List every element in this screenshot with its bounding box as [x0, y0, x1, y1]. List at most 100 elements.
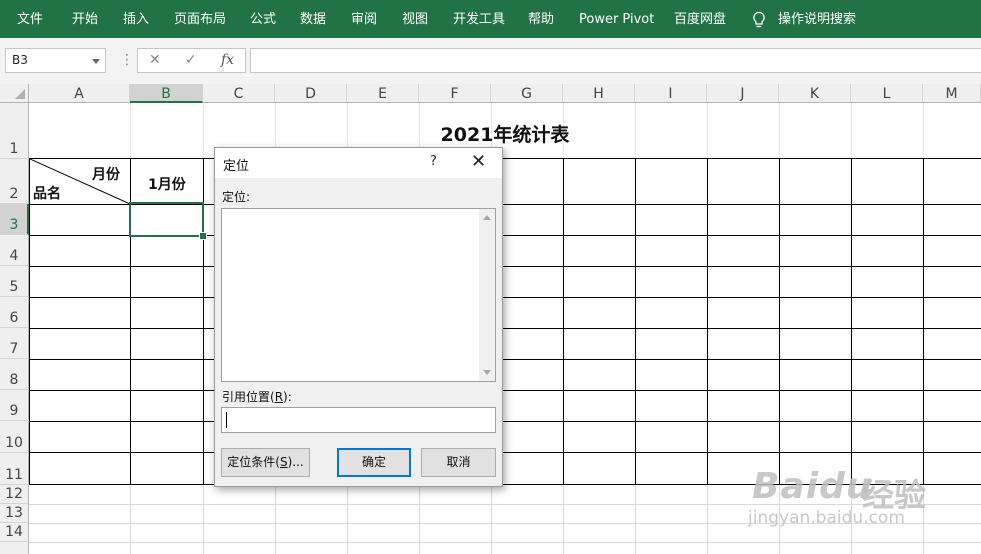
- gridline-vertical: [203, 485, 204, 554]
- formula-buttons: ✕ ✓ fx: [137, 48, 246, 73]
- row-header-13[interactable]: 13: [0, 504, 29, 523]
- row-header-10[interactable]: 10: [0, 421, 29, 453]
- column-header-b[interactable]: B: [130, 84, 203, 103]
- row-header-12[interactable]: 12: [0, 485, 29, 504]
- column-header-d[interactable]: D: [275, 84, 347, 103]
- watermark-url: jingyan.baidu.com: [748, 508, 905, 528]
- tab-home[interactable]: 开始: [72, 0, 98, 38]
- row-header-6[interactable]: 6: [0, 297, 29, 328]
- reference-input[interactable]: [221, 407, 496, 433]
- table-border-horizontal: [29, 158, 981, 159]
- gridline-vertical: [563, 485, 564, 554]
- gridline-vertical: [130, 485, 131, 554]
- insert-function-icon[interactable]: fx: [221, 52, 234, 68]
- reference-label: 引用位置(R):: [222, 390, 292, 404]
- dialog-title: 定位: [223, 159, 250, 174]
- gridline-vertical: [491, 485, 492, 554]
- header-month-label: 月份: [92, 167, 120, 183]
- dialog-titlebar[interactable]: 定位 ? ✕: [215, 148, 502, 178]
- table-border-horizontal: [29, 297, 981, 298]
- tab-page-layout[interactable]: 页面布局: [174, 0, 226, 38]
- table-border-horizontal: [29, 452, 981, 453]
- gridline-vertical: [275, 485, 276, 554]
- row-header-14[interactable]: 14: [0, 523, 29, 542]
- cell-b2: 1月份: [148, 177, 186, 193]
- column-header-f[interactable]: F: [419, 84, 491, 103]
- row-header-15[interactable]: [0, 542, 29, 554]
- chevron-down-icon[interactable]: [92, 59, 100, 64]
- row-header-8[interactable]: 8: [0, 359, 29, 390]
- select-all-triangle-icon: [15, 89, 25, 99]
- header-item-label: 品名: [33, 186, 61, 202]
- tab-formulas[interactable]: 公式: [250, 0, 276, 38]
- row-header-2[interactable]: 2: [0, 159, 29, 204]
- row-header-1[interactable]: 1: [0, 103, 29, 159]
- row-header-5[interactable]: 5: [0, 266, 29, 297]
- baidu-logo-text: Baidu: [752, 466, 873, 507]
- ribbon-tab-bar: 文件 开始 插入 页面布局 公式 数据 审阅 视图 开发工具 帮助 Power …: [0, 0, 981, 38]
- tab-review[interactable]: 审阅: [351, 0, 377, 38]
- gridline-vertical: [419, 485, 420, 554]
- tab-file[interactable]: 文件: [17, 0, 43, 38]
- tab-power-pivot[interactable]: Power Pivot: [579, 0, 654, 38]
- tab-developer[interactable]: 开发工具: [453, 0, 505, 38]
- column-header-e[interactable]: E: [347, 84, 419, 103]
- column-header-m[interactable]: M: [923, 84, 981, 103]
- selected-cell-b3[interactable]: [129, 202, 204, 237]
- column-header-a[interactable]: A: [29, 84, 130, 103]
- goto-list-scrollbar[interactable]: [479, 209, 495, 381]
- table-border-vertical: [29, 158, 30, 485]
- table-border-vertical: [923, 158, 924, 485]
- table-border-vertical: [707, 158, 708, 485]
- row-header-11[interactable]: 11: [0, 453, 29, 485]
- row-header-7[interactable]: 7: [0, 328, 29, 359]
- enter-icon[interactable]: ✓: [185, 52, 197, 68]
- name-box[interactable]: B3: [5, 48, 106, 73]
- column-header-k[interactable]: K: [779, 84, 851, 103]
- table-border-vertical: [635, 158, 636, 485]
- gridline-vertical: [635, 485, 636, 554]
- goto-label: 定位:: [222, 190, 251, 204]
- special-button[interactable]: 定位条件(S)...: [221, 448, 310, 477]
- text-cursor: [226, 412, 227, 428]
- table-border-horizontal: [29, 421, 981, 422]
- table-border-horizontal: [29, 328, 981, 329]
- table-border-horizontal: [29, 359, 981, 360]
- gridline-vertical: [707, 485, 708, 554]
- tab-view[interactable]: 视图: [402, 0, 428, 38]
- goto-list[interactable]: [221, 208, 496, 382]
- column-header-g[interactable]: G: [491, 84, 563, 103]
- goto-dialog: 定位 ? ✕ 定位: 引用位置(R): 定位条件(S)... 确定 取消: [214, 147, 503, 487]
- ok-button[interactable]: 确定: [337, 448, 411, 477]
- tab-insert[interactable]: 插入: [123, 0, 149, 38]
- table-border-vertical: [851, 158, 852, 485]
- gridline-horizontal: [29, 542, 981, 543]
- table-border-horizontal: [29, 266, 981, 267]
- scroll-down-icon[interactable]: [483, 370, 491, 375]
- row-header-9[interactable]: 9: [0, 390, 29, 421]
- formula-input[interactable]: [250, 48, 981, 73]
- name-box-value: B3: [12, 53, 28, 67]
- tell-me-search[interactable]: 操作说明搜索: [778, 0, 856, 38]
- drag-handle-icon[interactable]: ⋮: [120, 52, 134, 68]
- scroll-up-icon[interactable]: [483, 215, 491, 220]
- help-icon[interactable]: ?: [430, 154, 437, 169]
- fill-handle[interactable]: [199, 232, 207, 240]
- column-header-c[interactable]: C: [203, 84, 275, 103]
- column-header-h[interactable]: H: [563, 84, 635, 103]
- tab-baidu-netdisk[interactable]: 百度网盘: [674, 0, 726, 38]
- close-icon[interactable]: ✕: [471, 153, 486, 171]
- column-header-i[interactable]: I: [635, 84, 707, 103]
- row-header-4[interactable]: 4: [0, 235, 29, 266]
- table-border-horizontal: [29, 390, 981, 391]
- cancel-button[interactable]: 取消: [421, 448, 496, 477]
- select-all-button[interactable]: [0, 84, 29, 103]
- table-border-vertical: [563, 158, 564, 485]
- column-header-j[interactable]: J: [707, 84, 779, 103]
- row-header-3[interactable]: 3: [0, 204, 29, 235]
- tab-help[interactable]: 帮助: [528, 0, 554, 38]
- gridline-vertical: [347, 485, 348, 554]
- tab-data[interactable]: 数据: [300, 0, 326, 38]
- cancel-icon[interactable]: ✕: [149, 52, 161, 68]
- column-header-l[interactable]: L: [851, 84, 923, 103]
